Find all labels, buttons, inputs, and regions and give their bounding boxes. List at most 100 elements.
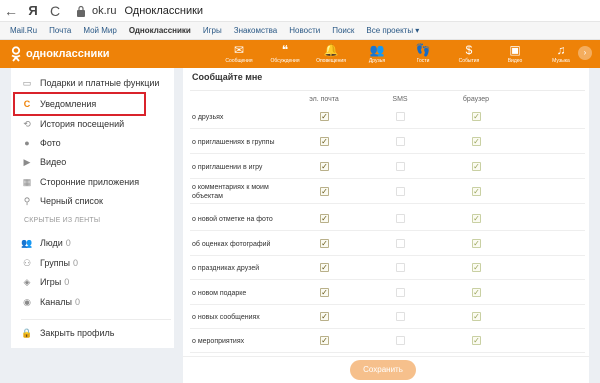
sms-checkbox[interactable] bbox=[396, 239, 405, 248]
email-checkbox[interactable]: ✓ bbox=[320, 214, 329, 223]
sidebar-item-hidden-groups[interactable]: ⚇ Группы 0 bbox=[11, 254, 174, 272]
sidebar-item-photo[interactable]: ● Фото bbox=[11, 134, 174, 152]
email-checkbox[interactable]: ✓ bbox=[320, 162, 329, 171]
notification-settings-panel: Сообщайте мне эл. почта SMS браузер о др… bbox=[183, 68, 589, 383]
footprints-icon: 👣 bbox=[415, 43, 431, 57]
browser-checkbox[interactable]: ✓ bbox=[472, 112, 481, 121]
yandex-icon[interactable]: Я bbox=[22, 0, 44, 22]
lock-icon: 🔒 bbox=[21, 327, 33, 338]
email-checkbox[interactable]: ✓ bbox=[320, 137, 329, 146]
sms-checkbox[interactable] bbox=[396, 137, 405, 146]
reload-icon[interactable]: C bbox=[44, 0, 66, 22]
row-divider bbox=[190, 178, 585, 179]
address-bar[interactable]: ok.ru Одноклассники bbox=[76, 5, 203, 17]
email-checkbox[interactable]: ✓ bbox=[320, 336, 329, 345]
row-label: о праздниках друзей bbox=[192, 264, 260, 272]
nav-messages[interactable]: ✉ Сообщения bbox=[216, 40, 262, 68]
browser-checkbox[interactable]: ✓ bbox=[472, 239, 481, 248]
page-title: Одноклассники bbox=[124, 4, 204, 17]
row-label: о мероприятиях bbox=[192, 337, 245, 345]
sms-checkbox[interactable] bbox=[396, 312, 405, 321]
email-checkbox[interactable]: ✓ bbox=[320, 312, 329, 321]
sidebar-item-hidden-channels[interactable]: ◉ Каналы 0 bbox=[11, 293, 174, 311]
nav-events[interactable]: $ События bbox=[446, 40, 492, 68]
service-link-mail[interactable]: Почта bbox=[49, 26, 71, 35]
row-label: о новых сообщениях bbox=[192, 313, 260, 321]
service-link-my-world[interactable]: Мой Мир bbox=[83, 26, 116, 35]
service-link-mailru[interactable]: Mail.Ru bbox=[10, 26, 37, 35]
service-link-news[interactable]: Новости bbox=[289, 26, 320, 35]
email-checkbox[interactable]: ✓ bbox=[320, 263, 329, 272]
sidebar-item-gifts[interactable]: ▭ Подарки и платные функции bbox=[11, 74, 174, 92]
browser-checkbox[interactable]: ✓ bbox=[472, 214, 481, 223]
browser-checkbox[interactable]: ✓ bbox=[472, 336, 481, 345]
email-checkbox[interactable]: ✓ bbox=[320, 288, 329, 297]
sms-checkbox[interactable] bbox=[396, 214, 405, 223]
sidebar-divider bbox=[21, 319, 171, 320]
sidebar-item-label: Подарки и платные функции bbox=[40, 78, 160, 88]
table-row: о друзьях ✓ ✓ bbox=[183, 105, 589, 129]
apps-icon: ▦ bbox=[22, 176, 32, 187]
friends-icon: 👥 bbox=[369, 43, 385, 57]
nav-label: Сообщения bbox=[225, 58, 253, 64]
sms-checkbox[interactable] bbox=[396, 112, 405, 121]
row-divider bbox=[190, 230, 585, 231]
sidebar-item-history[interactable]: ⟲ История посещений bbox=[11, 115, 174, 133]
nav-video[interactable]: ▣ Видео bbox=[492, 40, 538, 68]
nav-guests[interactable]: 👣 Гости bbox=[400, 40, 446, 68]
browser-checkbox[interactable]: ✓ bbox=[472, 312, 481, 321]
sidebar-item-close-profile[interactable]: 🔒 Закрыть профиль bbox=[11, 324, 174, 342]
sidebar-item-video[interactable]: ▶ Видео bbox=[11, 153, 174, 171]
sidebar-item-label: Игры bbox=[40, 277, 62, 287]
browser-checkbox[interactable]: ✓ bbox=[472, 288, 481, 297]
table-row: о мероприятиях ✓ ✓ bbox=[183, 329, 589, 353]
browser-checkbox[interactable]: ✓ bbox=[472, 187, 481, 196]
email-checkbox[interactable]: ✓ bbox=[320, 239, 329, 248]
column-header-sms: SMS bbox=[392, 96, 408, 103]
nav-notifications[interactable]: 🔔 Оповещения bbox=[308, 40, 354, 68]
sidebar-item-hidden-games[interactable]: ◈ Игры 0 bbox=[11, 273, 174, 291]
email-checkbox[interactable]: ✓ bbox=[320, 187, 329, 196]
sms-checkbox[interactable] bbox=[396, 162, 405, 171]
table-row: о праздниках друзей ✓ ✓ bbox=[183, 256, 589, 280]
sms-checkbox[interactable] bbox=[396, 288, 405, 297]
sms-checkbox[interactable] bbox=[396, 263, 405, 272]
row-divider bbox=[190, 279, 585, 280]
service-link-games[interactable]: Игры bbox=[203, 26, 222, 35]
save-button[interactable]: Сохранить bbox=[350, 360, 416, 380]
video-icon: ▶ bbox=[23, 156, 31, 167]
hidden-count: 0 bbox=[64, 277, 70, 287]
sidebar-item-apps[interactable]: ▦ Сторонние приложения bbox=[11, 173, 174, 191]
nav-discussions[interactable]: ❝ Обсуждения bbox=[262, 40, 308, 68]
email-checkbox[interactable]: ✓ bbox=[320, 112, 329, 121]
nav-label: Гости bbox=[416, 58, 430, 64]
table-row: о новых сообщениях ✓ ✓ bbox=[183, 305, 589, 329]
site-header: одноклассники ✉ Сообщения ❝ Обсуждения 🔔 Оп… bbox=[0, 40, 600, 68]
service-link-search[interactable]: Поиск bbox=[332, 26, 354, 35]
sidebar-item-hidden-people[interactable]: 👥 Люди 0 bbox=[11, 234, 174, 252]
service-link-dating[interactable]: Знакомства bbox=[234, 26, 278, 35]
sms-checkbox[interactable] bbox=[396, 336, 405, 345]
sidebar-item-label: История посещений bbox=[40, 119, 125, 129]
table-row: о новом подарке ✓ ✓ bbox=[183, 281, 589, 305]
nav-label: События bbox=[458, 58, 480, 64]
browser-checkbox[interactable]: ✓ bbox=[472, 263, 481, 272]
table-divider bbox=[190, 90, 585, 91]
sidebar-item-label: Видео bbox=[40, 157, 67, 167]
service-link-ok[interactable]: Одноклассники bbox=[129, 26, 191, 35]
back-icon[interactable]: ← bbox=[0, 0, 22, 22]
row-divider bbox=[190, 128, 585, 129]
browser-checkbox[interactable]: ✓ bbox=[472, 137, 481, 146]
browser-checkbox[interactable]: ✓ bbox=[472, 162, 481, 171]
ok-logo[interactable]: одноклассники bbox=[10, 46, 110, 62]
nav-label: Оповещения bbox=[316, 58, 346, 64]
all-projects-dropdown[interactable]: Все проекты ▾ bbox=[366, 26, 419, 35]
ok-logo-text: одноклассники bbox=[26, 48, 110, 60]
highlight-annotation bbox=[13, 92, 146, 116]
sidebar-item-blacklist[interactable]: ⚲ Черный список bbox=[11, 192, 174, 210]
row-divider bbox=[190, 153, 585, 154]
sms-checkbox[interactable] bbox=[396, 187, 405, 196]
channels-icon: ◉ bbox=[23, 296, 31, 307]
chevron-right-icon[interactable]: › bbox=[578, 46, 592, 60]
nav-friends[interactable]: 👥 Друзья bbox=[354, 40, 400, 68]
